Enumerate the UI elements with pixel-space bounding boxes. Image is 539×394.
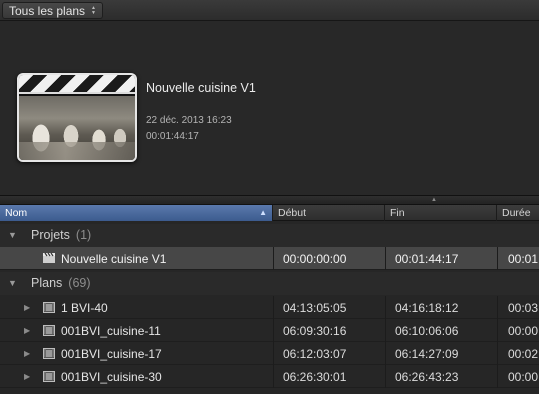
project-duration: 00:01:44:17 <box>146 131 199 142</box>
project-row-name: Nouvelle cuisine V1 <box>61 252 167 266</box>
project-thumbnail[interactable] <box>17 73 137 162</box>
group-clips[interactable]: ▼ Plans (69) <box>0 272 539 295</box>
sort-ascending-icon: ▲ <box>259 208 267 217</box>
column-header-end[interactable]: Fin <box>385 205 497 221</box>
column-header-duration[interactable]: Durée <box>497 205 539 221</box>
column-divider <box>385 296 386 319</box>
clip-filter-label: Tous les plans <box>9 3 86 18</box>
clip-row-name: 001BVI_cuisine-11 <box>61 324 161 338</box>
column-divider <box>497 296 498 319</box>
clip-row-duration: 00:00 <box>508 370 539 384</box>
group-clips-title: Plans <box>31 276 63 290</box>
project-still-image <box>19 96 135 160</box>
project-preview: Nouvelle cuisine V1 22 déc. 2013 16:23 0… <box>0 21 539 195</box>
triangle-down-icon[interactable]: ▼ <box>8 278 17 288</box>
group-clips-label: Plans (69) <box>31 276 91 290</box>
column-divider <box>385 247 386 270</box>
film-strip-icon <box>43 302 55 313</box>
clip-row-name: 001BVI_cuisine-17 <box>61 347 162 361</box>
project-row-end: 00:01:44:17 <box>395 252 459 266</box>
clip-row[interactable]: ▶ 001BVI_cuisine-11 06:09:30:16 06:10:06… <box>0 319 539 342</box>
column-divider <box>273 319 274 342</box>
column-start-label: Début <box>278 207 307 219</box>
column-divider <box>273 247 274 270</box>
triangle-right-icon[interactable]: ▶ <box>24 349 30 358</box>
clip-row-end: 06:26:43:23 <box>395 370 459 384</box>
popup-arrows-icon: ▲ ▼ <box>91 4 96 16</box>
column-end-label: Fin <box>390 207 405 219</box>
column-divider <box>273 365 274 388</box>
clip-row[interactable]: ▶ 1 BVI-40 04:13:05:05 04:16:18:12 00:03 <box>0 296 539 319</box>
column-header-start[interactable]: Début <box>273 205 385 221</box>
pane-splitter[interactable]: ▲ <box>0 195 539 205</box>
clip-row-start: 06:26:30:01 <box>283 370 347 384</box>
group-clips-count: (69) <box>68 276 91 290</box>
clip-row-start: 04:13:05:05 <box>283 301 347 315</box>
triangle-down-icon[interactable]: ▼ <box>8 230 17 240</box>
triangle-right-icon[interactable]: ▶ <box>24 372 30 381</box>
clip-row-end: 06:14:27:09 <box>395 347 459 361</box>
project-title: Nouvelle cuisine V1 <box>146 81 256 95</box>
event-list: ▼ Projets (1) Nouvelle cuisine V1 00:00:0… <box>0 222 539 394</box>
clapperboard-icon <box>43 252 55 263</box>
group-projects[interactable]: ▼ Projets (1) <box>0 224 539 247</box>
film-strip-icon <box>43 348 55 359</box>
clip-row-name: 001BVI_cuisine-30 <box>61 370 162 384</box>
clip-row-duration: 00:00 <box>508 324 539 338</box>
clip-row-name: 1 BVI-40 <box>61 301 108 315</box>
column-divider <box>385 342 386 365</box>
clip-row-duration: 00:03 <box>508 301 539 315</box>
column-header-name[interactable]: Nom ▲ <box>0 205 273 221</box>
clip-row[interactable]: ▶ 001BVI_cuisine-30 06:26:30:01 06:26:43… <box>0 365 539 388</box>
film-strip-icon <box>43 325 55 336</box>
column-duration-label: Durée <box>502 207 531 219</box>
project-row-duration: 00:01 <box>508 252 539 266</box>
column-name-label: Nom <box>5 207 28 219</box>
film-strip-icon <box>43 371 55 382</box>
column-divider <box>273 296 274 319</box>
clip-row-start: 06:09:30:16 <box>283 324 347 338</box>
clip-row[interactable]: ▶ 001BVI_cuisine-17 06:12:03:07 06:14:27… <box>0 342 539 365</box>
filter-bar: Tous les plans ▲ ▼ <box>0 0 539 21</box>
triangle-right-icon[interactable]: ▶ <box>24 326 30 335</box>
list-column-header: Nom ▲ Début Fin Durée <box>0 205 539 221</box>
project-date: 22 déc. 2013 16:23 <box>146 115 232 126</box>
column-divider <box>497 365 498 388</box>
project-row-start: 00:00:00:00 <box>283 252 347 266</box>
group-projects-title: Projets <box>31 228 70 242</box>
clip-row-start: 06:12:03:07 <box>283 347 347 361</box>
column-divider <box>497 319 498 342</box>
group-projects-label: Projets (1) <box>31 228 91 242</box>
triangle-right-icon[interactable]: ▶ <box>24 303 30 312</box>
column-divider <box>385 319 386 342</box>
project-row[interactable]: Nouvelle cuisine V1 00:00:00:00 00:01:44… <box>0 247 539 270</box>
column-divider <box>497 247 498 270</box>
column-divider <box>273 342 274 365</box>
splitter-grip-icon: ▲ <box>431 197 437 203</box>
clip-row-end: 06:10:06:06 <box>395 324 459 338</box>
clapperboard-icon <box>19 75 135 94</box>
clip-row-end: 04:16:18:12 <box>395 301 459 315</box>
clip-row-duration: 00:02 <box>508 347 539 361</box>
clip-filter-popup[interactable]: Tous les plans ▲ ▼ <box>2 2 103 19</box>
column-divider <box>385 365 386 388</box>
column-divider <box>497 342 498 365</box>
group-projects-count: (1) <box>75 228 92 242</box>
